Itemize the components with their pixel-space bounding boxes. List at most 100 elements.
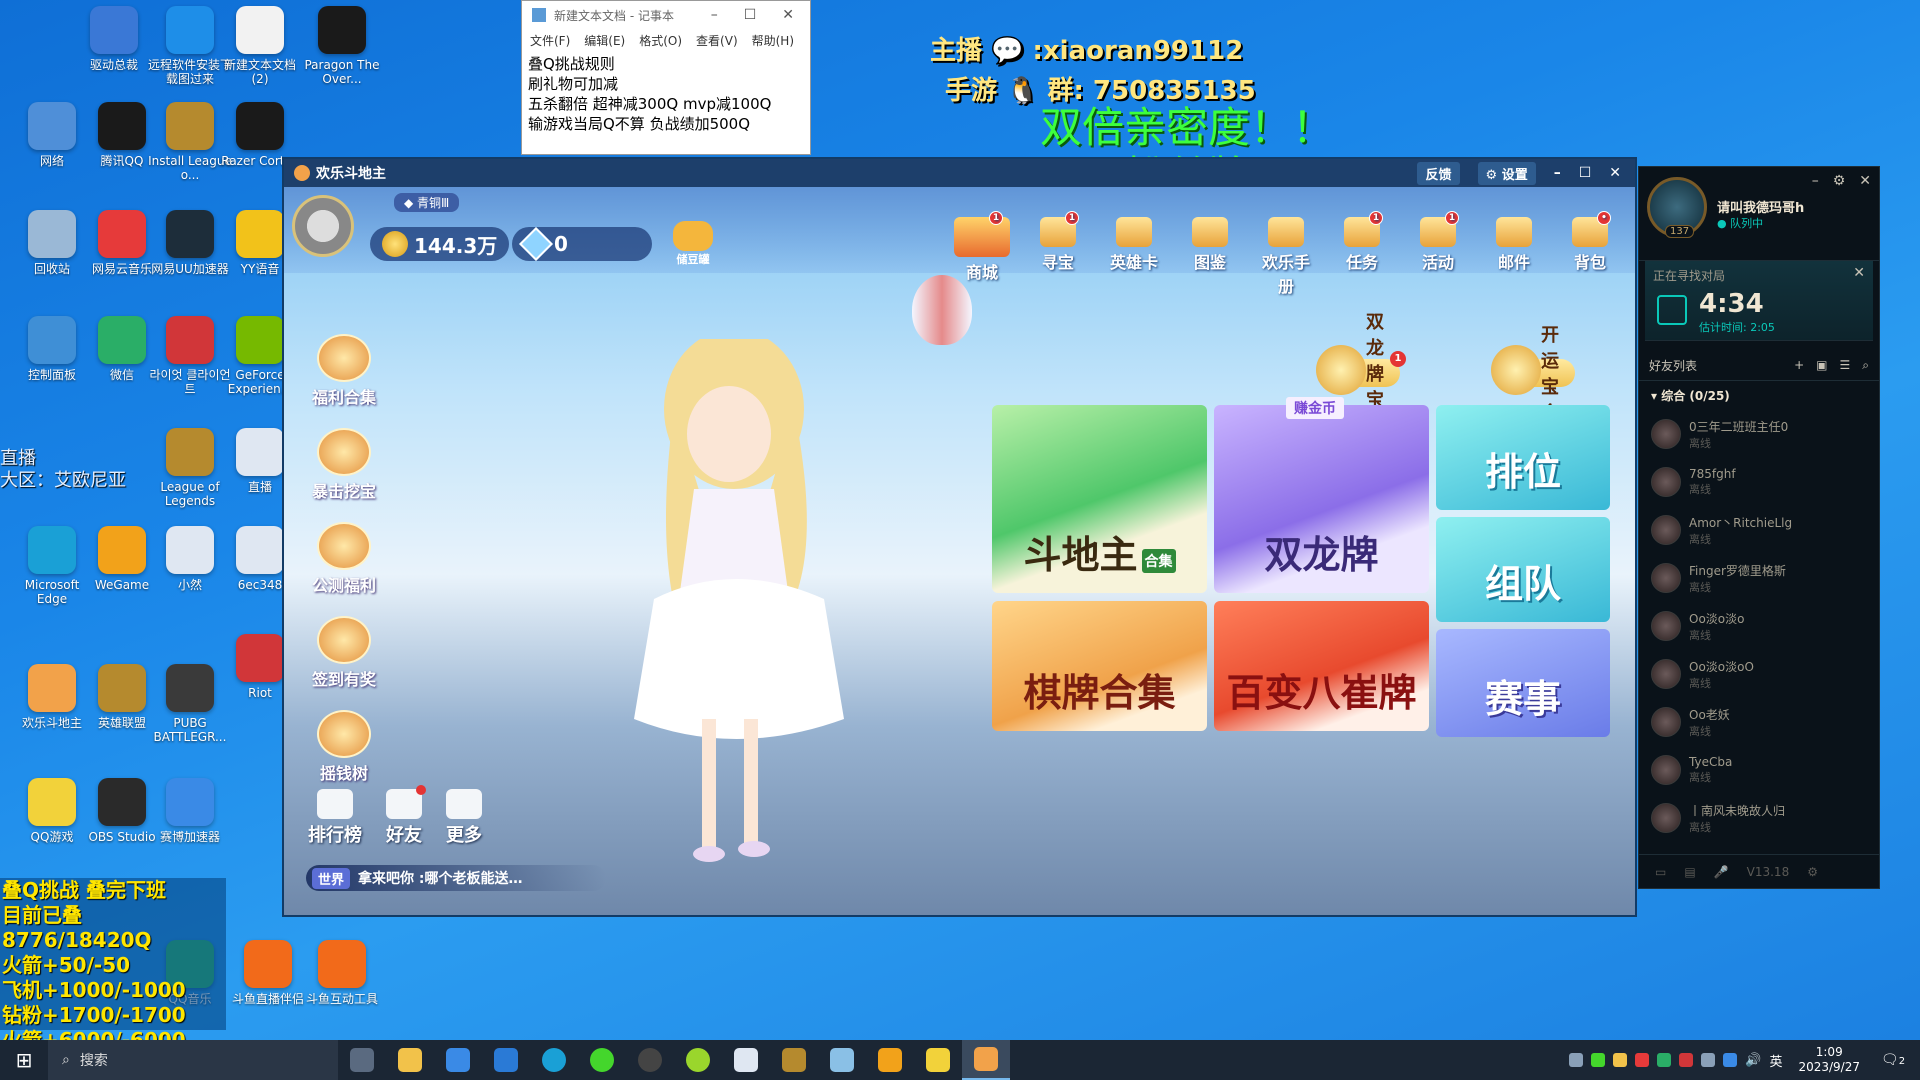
close-icon[interactable]: ✕ [1859,173,1871,189]
gear-icon[interactable]: ⚙ [1833,173,1846,189]
taskbar-edge[interactable] [530,1040,578,1080]
lucky-box-button[interactable]: 开运宝盒 [1491,325,1575,424]
missions-icon[interactable]: ▤ [1684,865,1695,879]
settings-button[interactable]: ⚙ 设置 [1477,161,1536,185]
menu-edit[interactable]: 编辑(E) [584,32,625,49]
tray-icon[interactable] [1701,1053,1716,1067]
desktop-icon[interactable]: 赛博加速器 [148,778,232,844]
voice-icon[interactable]: 🎤 [1714,865,1729,879]
side-menu-item[interactable]: 公测福利 [304,522,384,596]
tray-icon[interactable] [1657,1053,1672,1067]
game-titlebar[interactable]: 欢乐斗地主 反馈 ⚙ 设置 – ☐ ✕ [284,159,1635,187]
chat-icon[interactable]: ▭ [1655,865,1666,879]
friend-row[interactable]: Oo淡o淡oO 离线 [1639,650,1879,698]
nav-item[interactable]: 1 任务 [1331,211,1393,297]
mode-variety-eight[interactable]: 百变八崔牌 [1214,601,1429,731]
nav-item[interactable]: 1 活动 [1407,211,1469,297]
settings-icon[interactable]: ⚙ [1807,865,1818,879]
friend-row[interactable]: Oo老妖 离线 [1639,698,1879,746]
list-icon[interactable]: ☰ [1840,358,1851,373]
player-avatar[interactable] [292,195,354,257]
friend-row[interactable]: Amor丶RitchieLlg 离线 [1639,506,1879,554]
close-icon[interactable]: ✕ [782,7,794,23]
menu-format[interactable]: 格式(O) [639,32,682,49]
world-chat-strip[interactable]: 世界 拿来吧你 :哪个老板能送… [306,865,606,891]
friend-group-header[interactable]: ▾ 综合 (0/25) [1639,381,1879,410]
close-icon[interactable]: ✕ [1853,265,1865,281]
taskbar-clock[interactable]: 1:09 2023/9/27 [1790,1045,1868,1075]
lol-client-panel[interactable]: 137 请叫我德玛哥h ● 队列中 – ⚙ ✕ 正在寻找对局 ✕ 4:34 估计… [1638,166,1880,889]
menu-help[interactable]: 帮助(H) [752,32,794,49]
friend-row[interactable]: 丨南风未晚故人归 离线 [1639,794,1879,842]
nav-item[interactable]: • 背包 [1559,211,1621,297]
tray-icon[interactable] [1613,1053,1628,1067]
taskbar-explorer[interactable] [386,1040,434,1080]
taskbar-qqgame[interactable] [914,1040,962,1080]
taskbar-obs[interactable] [626,1040,674,1080]
coin-balance[interactable]: 144.3万 [370,227,510,261]
desktop-icon[interactable]: 斗鱼直播伴侣 [226,940,310,1006]
tray-icon[interactable] [1635,1053,1650,1067]
more-button[interactable]: 更多 [446,789,482,847]
side-menu-item[interactable]: 福利合集 [304,334,384,408]
feedback-button[interactable]: 反馈 [1417,161,1460,185]
minimize-icon[interactable]: – [711,7,718,23]
mode-chess-card-collection[interactable]: 棋牌合集 [992,601,1207,731]
rank-badge[interactable]: ◆ 青铜Ⅲ [394,193,460,212]
volume-icon[interactable]: 🔊 [1745,1053,1761,1068]
mode-tournament[interactable]: 赛事 [1436,629,1610,737]
notepad-text-area[interactable]: 叠Q挑战规则 刷礼物可加减 五杀翻倍 超神减300Q mvp减100Q 输游戏当… [522,52,810,136]
nav-item[interactable]: 1 寻宝 [1027,211,1089,297]
nav-item[interactable]: 欢乐手册 [1255,217,1317,297]
side-menu-item[interactable]: 签到有奖 [304,616,384,690]
nav-item[interactable]: 图鉴 [1179,217,1241,297]
search-icon[interactable]: ⌕ [1862,358,1869,373]
tray-icon[interactable] [1591,1053,1606,1067]
tray-icon[interactable] [1679,1053,1694,1067]
friend-row[interactable]: 0三年二班班主任0 离线 [1639,410,1879,458]
desktop-icon[interactable]: 新建文本文档 (2) [218,6,302,86]
ime-indicator[interactable]: 英 [1769,1051,1782,1070]
dragon-guide-button[interactable]: 双龙牌宝典 1 [1316,312,1406,437]
notepad-window[interactable]: 新建文本文档 - 记事本 – ☐ ✕ 文件(F) 编辑(E) 格式(O) 查看(… [521,0,811,155]
gem-balance[interactable]: 0 [512,227,652,261]
mode-doudizhu[interactable]: 斗地主 合集 [992,405,1207,593]
taskbar-wegame[interactable] [866,1040,914,1080]
maximize-icon[interactable]: ☐ [1579,165,1592,181]
desktop-icon[interactable]: PUBG BATTLEGR... [148,664,232,744]
friend-row[interactable]: 785fghf 离线 [1639,458,1879,506]
desktop-icon[interactable]: 斗鱼互动工具 [300,940,384,1006]
maximize-icon[interactable]: ☐ [744,7,757,23]
friend-row[interactable]: Oo淡o淡o 离线 [1639,602,1879,650]
friend-row[interactable]: Finger罗德里格斯 离线 [1639,554,1879,602]
minimize-icon[interactable]: – [1554,165,1561,181]
leaderboard-button[interactable]: 排行榜 [308,789,362,847]
lol-queue-panel[interactable]: 正在寻找对局 ✕ 4:34 估计时间: 2:05 [1645,261,1873,341]
menu-file[interactable]: 文件(F) [530,32,570,49]
minimize-icon[interactable]: – [1812,173,1819,189]
taskbar-doudizhu[interactable] [962,1040,1010,1080]
taskbar-mail[interactable] [482,1040,530,1080]
windows-start-button[interactable]: ⊞ [0,1040,48,1080]
tray-icon[interactable] [1569,1053,1584,1067]
taskbar-notepad[interactable] [818,1040,866,1080]
nav-item[interactable]: 邮件 [1483,217,1545,297]
taskbar-razer[interactable] [578,1040,626,1080]
task-view-button[interactable] [338,1040,386,1080]
taskbar-search[interactable]: ⌕ 搜索 [48,1040,338,1080]
folder-icon[interactable]: ▣ [1816,358,1827,373]
notification-center-button[interactable]: 🗨2 [1876,1052,1910,1068]
side-menu-item[interactable]: 暴击挖宝 [304,428,384,502]
mode-ranked[interactable]: 排位 [1436,405,1610,510]
game-window[interactable]: 欢乐斗地主 反馈 ⚙ 设置 – ☐ ✕ ◆ 青铜Ⅲ 144.3万 0 储豆罐 1… [282,157,1637,917]
mode-team[interactable]: 组队 [1436,517,1610,622]
taskbar-lol[interactable] [770,1040,818,1080]
notepad-titlebar[interactable]: 新建文本文档 - 记事本 – ☐ ✕ [522,1,810,29]
mode-double-dragon[interactable]: 赚金币 双龙牌 [1214,397,1429,593]
piggy-bank-button[interactable]: 储豆罐 [669,221,717,266]
taskbar-store[interactable] [434,1040,482,1080]
menu-view[interactable]: 查看(V) [696,32,738,49]
side-menu-item[interactable]: 摇钱树 [304,710,384,784]
taskbar-app[interactable] [674,1040,722,1080]
add-friend-icon[interactable]: + [1794,358,1804,373]
